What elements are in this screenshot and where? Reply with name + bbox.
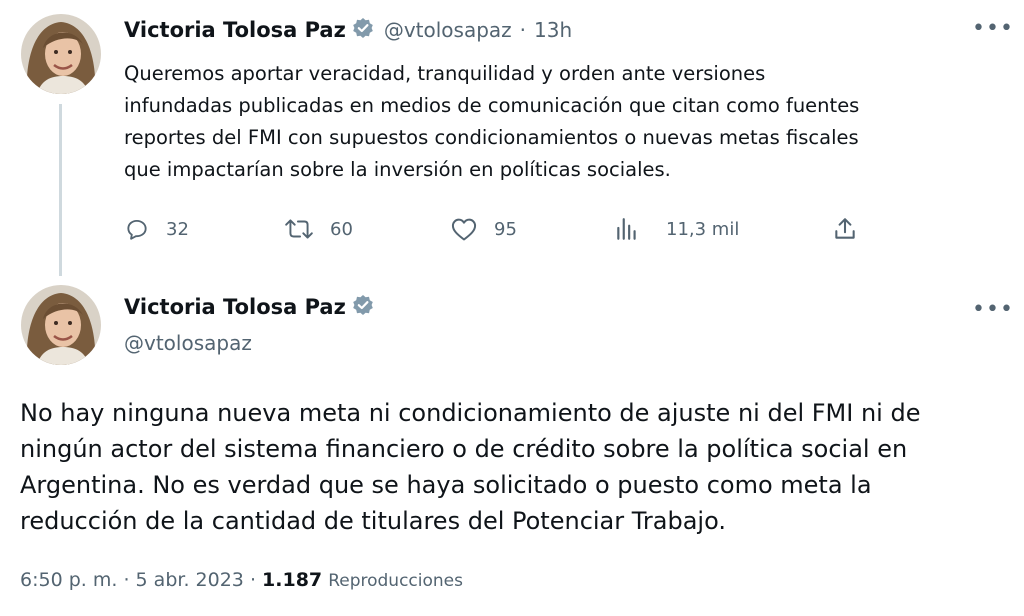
tweet1-text: Queremos aportar veracidad, tranquilidad… (124, 62, 860, 181)
verified-badge-icon (352, 17, 374, 43)
separator-dot: · (123, 569, 130, 591)
more-icon[interactable]: ••• (972, 18, 1014, 40)
views-label: Reproducciones (328, 571, 463, 591)
views-count: 1.187 (262, 569, 323, 591)
share-button[interactable] (832, 216, 858, 242)
tweet2-meta: 6:50 p. m. · 5 abr. 2023 · 1.187 Reprodu… (20, 569, 463, 591)
tweet1-action-bar: 32 60 95 11,3 mil (124, 216, 1024, 244)
separator-dot: · (249, 569, 256, 591)
verified-badge-icon (352, 294, 374, 320)
separator-dot: · (519, 18, 527, 42)
like-count: 95 (494, 218, 517, 240)
reply-count: 32 (166, 218, 189, 240)
share-icon (835, 218, 855, 239)
views-count: 11,3 mil (666, 218, 740, 240)
retweet-button[interactable]: 60 (284, 216, 353, 242)
author-name[interactable]: Victoria Tolosa Paz (124, 295, 346, 319)
avatar[interactable] (21, 14, 101, 94)
tweet-time[interactable]: 6:50 p. m. (20, 569, 117, 591)
author-handle[interactable]: @vtolosapaz (124, 331, 252, 355)
tweet1-header: Victoria Tolosa Paz @vtolosapaz · 13h (124, 17, 572, 43)
thread-line (59, 104, 62, 276)
tweet2-text: No hay ninguna nueva meta ni condicionam… (20, 399, 921, 535)
reply-icon (127, 219, 147, 240)
tweet2-header: Victoria Tolosa Paz (124, 294, 374, 320)
retweet-count: 60 (330, 218, 353, 240)
more-icon[interactable]: ••• (972, 299, 1014, 321)
author-name[interactable]: Victoria Tolosa Paz (124, 18, 346, 42)
tweet-timestamp[interactable]: 13h (534, 18, 572, 42)
avatar[interactable] (21, 285, 101, 365)
tweet-date[interactable]: 5 abr. 2023 (136, 569, 244, 591)
avatar-photo (21, 14, 101, 94)
author-handle[interactable]: @vtolosapaz (384, 18, 512, 42)
reply-button[interactable]: 32 (124, 216, 189, 242)
views-button[interactable]: 11,3 mil (614, 216, 739, 242)
retweet-icon (285, 219, 313, 239)
heart-icon (451, 218, 477, 241)
like-button[interactable]: 95 (450, 216, 517, 242)
analytics-icon (617, 218, 636, 240)
avatar-photo (21, 285, 101, 365)
